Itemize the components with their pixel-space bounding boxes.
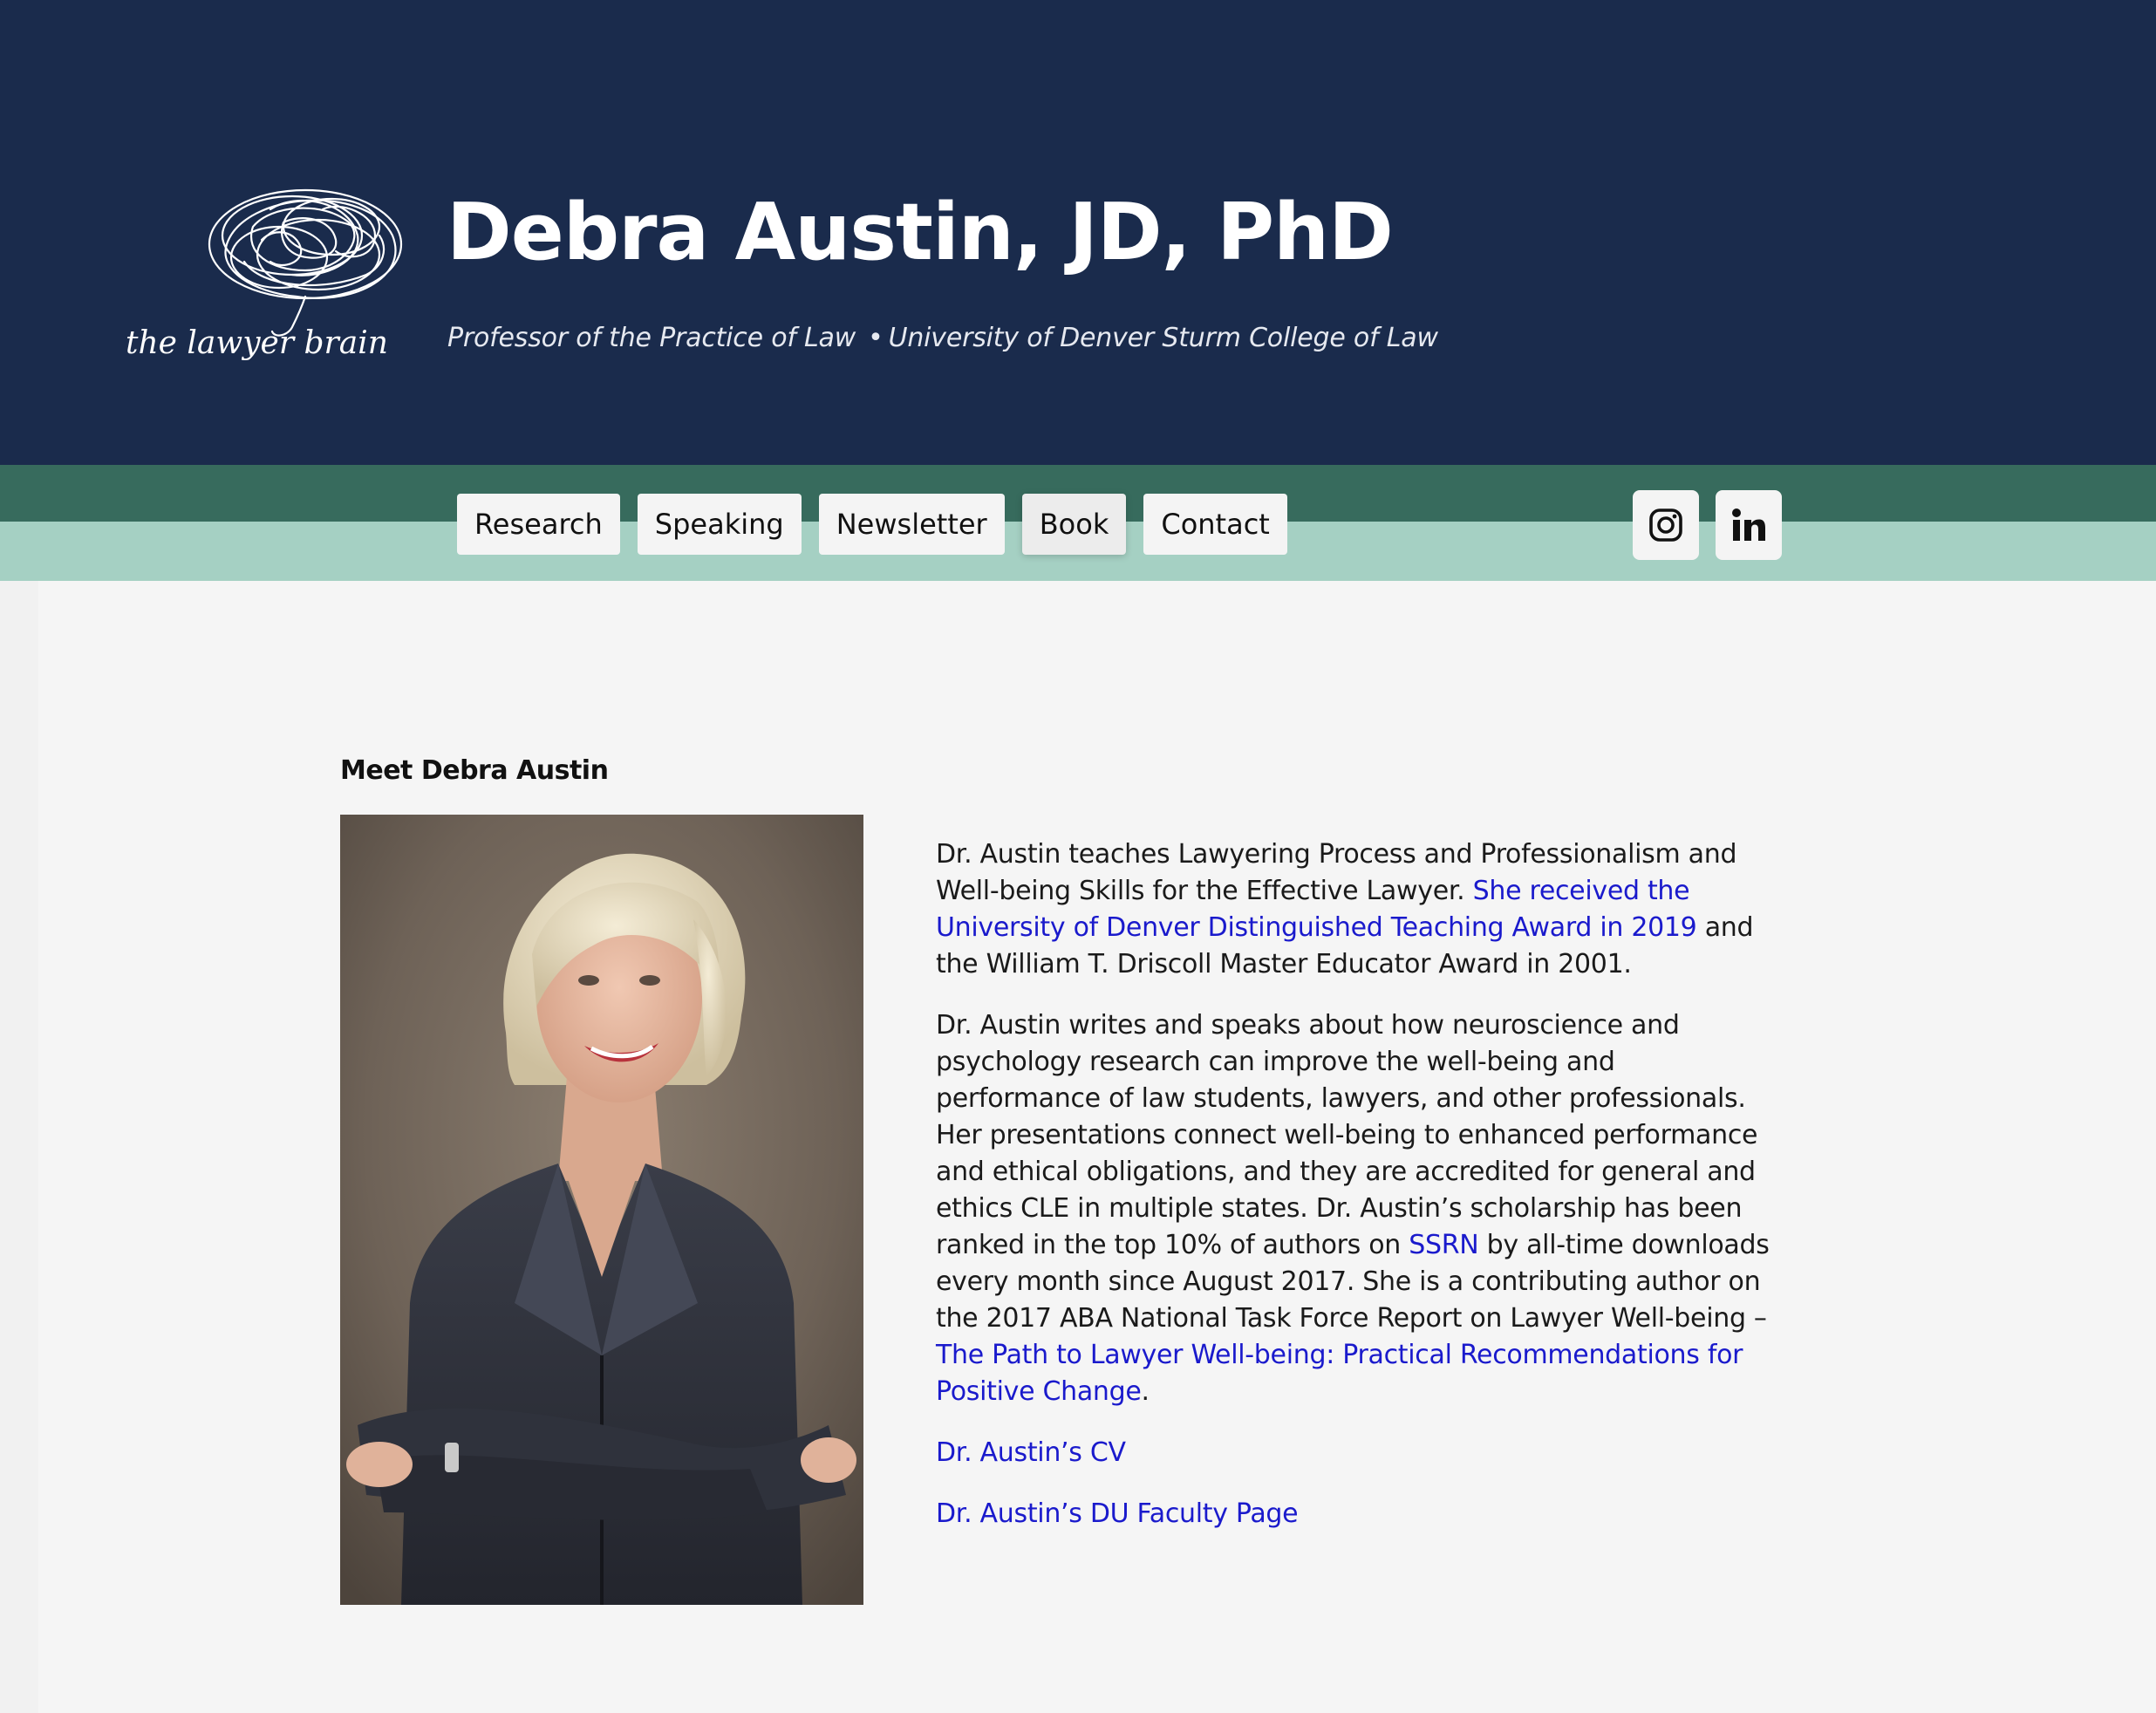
cv-link[interactable]: Dr. Austin’s CV [936,1437,1126,1468]
subtitle-separator: • [868,323,884,353]
portrait-photo [340,815,863,1605]
linkedin-icon [1732,508,1765,541]
nav-research-button[interactable]: Research [457,494,620,555]
section-heading: Meet Debra Austin [340,755,609,786]
brain-scribble-icon: the lawyer brain [126,188,403,361]
site-title[interactable]: Debra Austin, JD, PhD [447,194,1394,272]
faculty-paragraph: Dr. Austin’s DU Faculty Page [936,1496,1773,1532]
nav-book-button[interactable]: Book [1021,494,1127,555]
logo-text: the lawyer brain [126,325,388,361]
bio-text: Dr. Austin teaches Lawyering Process and… [936,836,1773,1557]
lawyer-brain-logo[interactable]: the lawyer brain [122,174,419,375]
ssrn-link[interactable]: SSRN [1409,1230,1478,1260]
main-nav: Research Speaking Newsletter Book Contac… [457,494,1287,555]
aba-report-link[interactable]: The Path to Lawyer Well-being: Practical… [936,1340,1743,1407]
faculty-page-link[interactable]: Dr. Austin’s DU Faculty Page [936,1498,1299,1529]
page-edge [0,581,38,1713]
nav-contact-button[interactable]: Contact [1143,494,1287,555]
site-subtitle: Professor of the Practice of Law • Univers… [447,323,1438,353]
subtitle-institution: University of Denver Sturm College of La… [888,323,1438,353]
portrait-image [340,815,863,1605]
nav-speaking-button[interactable]: Speaking [637,494,802,555]
instagram-icon [1649,508,1682,542]
site-header: the lawyer brain Debra Austin, JD, PhD P… [0,0,2156,465]
linkedin-link[interactable] [1716,490,1782,560]
instagram-link[interactable] [1633,490,1699,560]
cv-paragraph: Dr. Austin’s CV [936,1435,1773,1471]
bio-paragraph-2: Dr. Austin writes and speaks about how n… [936,1007,1773,1410]
bio-paragraph-1: Dr. Austin teaches Lawyering Process and… [936,836,1773,983]
bio-p2-text-a: Dr. Austin writes and speaks about how n… [936,1010,1758,1260]
bio-p2-text-c: . [1141,1376,1150,1407]
nav-newsletter-button[interactable]: Newsletter [818,494,1005,555]
subtitle-role: Professor of the Practice of Law [447,323,856,353]
